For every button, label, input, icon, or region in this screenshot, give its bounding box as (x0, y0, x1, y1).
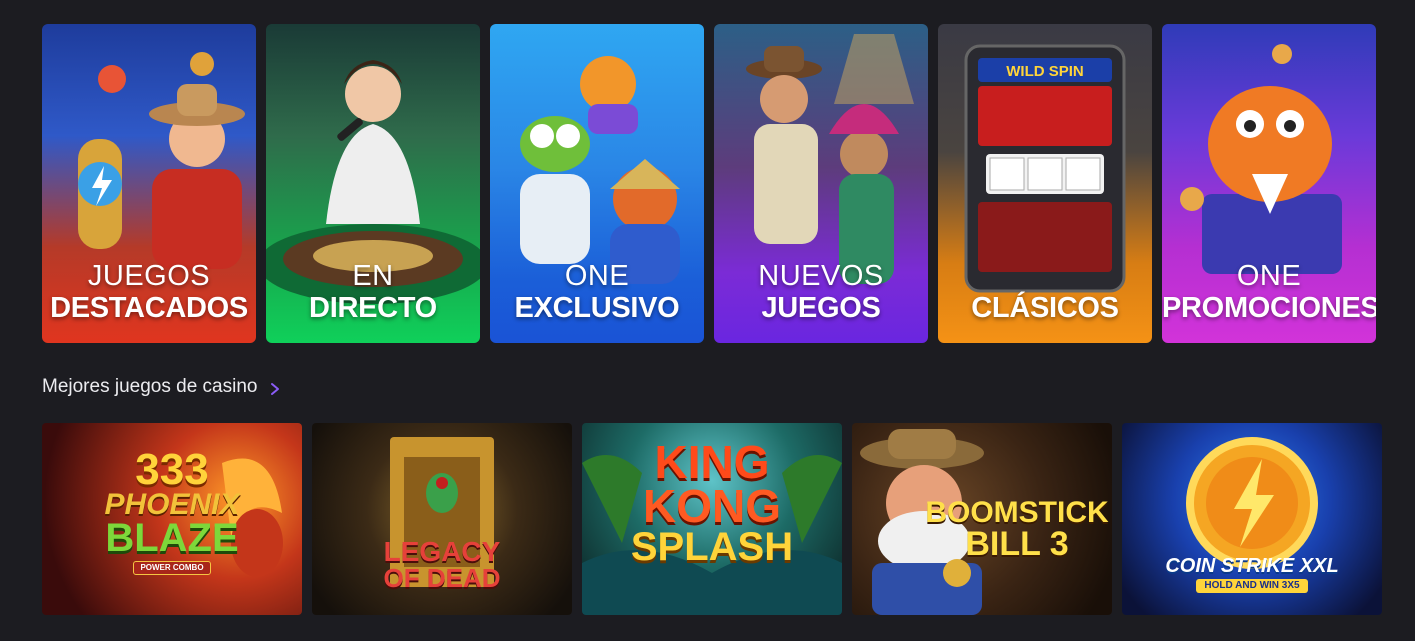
category-caption: JUEGOS DESTACADOS (42, 262, 256, 323)
chevron-right-icon[interactable] (269, 382, 281, 396)
game-row: 333 PHOENIX BLAZE POWER COMBO LEGACY OF … (42, 423, 1382, 615)
category-caption-line2: CLÁSICOS (971, 292, 1119, 324)
category-caption-line2: PROMOCIONES (1162, 292, 1376, 324)
category-tile-one-promociones[interactable]: ONE PROMOCIONES (1162, 24, 1376, 343)
game-logo-bottom: SPLASH (630, 525, 794, 570)
game-logo: KING KONG SPLASH (582, 436, 842, 570)
category-caption-line2: JUEGOS (761, 292, 881, 324)
category-row: JUEGOS DESTACADOS EN DIRECTO ONE EXCLUSI… (42, 24, 1376, 343)
game-logo-bottom: BLAZE (105, 516, 239, 561)
game-tile-boomstick-bill-3[interactable]: BOOMSTICK BILL 3 (852, 423, 1112, 615)
category-caption-line1: ONE (564, 260, 630, 292)
category-caption: ONE EXCLUSIVO (490, 262, 704, 323)
category-caption: EN DIRECTO (266, 262, 480, 323)
game-tile-legacy-of-dead[interactable]: LEGACY OF DEAD (312, 423, 572, 615)
game-logo: 333 PHOENIX BLAZE POWER COMBO (42, 445, 302, 575)
game-logo-bottom: BILL 3 (965, 524, 1069, 563)
game-logo-top: COIN STRIKE XXL (1165, 555, 1339, 577)
game-tile-king-kong-splash[interactable]: KING KONG SPLASH (582, 423, 842, 615)
category-caption-line1: NUEVOS (758, 260, 884, 292)
category-tile-nuevos-juegos[interactable]: NUEVOS JUEGOS (714, 24, 928, 343)
game-logo-mid: KONG (643, 479, 781, 532)
category-caption-line2: DESTACADOS (50, 292, 248, 324)
game-logo: LEGACY OF DEAD (312, 536, 572, 593)
category-tile-one-exclusivo[interactable]: ONE EXCLUSIVO (490, 24, 704, 343)
game-logo: COIN STRIKE XXL HOLD AND WIN 3X5 (1122, 555, 1382, 593)
game-logo-bottom: HOLD AND WIN 3X5 (1196, 579, 1308, 593)
category-caption-line1: ONE (1236, 260, 1302, 292)
category-caption-line2: DIRECTO (309, 292, 437, 324)
game-logo-mid: PHOENIX (104, 487, 240, 521)
game-logo-top: 333 (135, 445, 209, 494)
game-logo-top: BOOMSTICK (925, 496, 1109, 529)
category-caption: CLÁSICOS (938, 291, 1152, 323)
category-tile-clasicos[interactable]: WILD SPIN CLÁSICOS (938, 24, 1152, 343)
game-logo-top: KING (654, 436, 770, 488)
game-tile-coin-strike-xxl[interactable]: COIN STRIKE XXL HOLD AND WIN 3X5 (1122, 423, 1382, 615)
svg-text:WILD SPIN: WILD SPIN (1006, 63, 1084, 80)
game-logo-top: LEGACY (383, 536, 501, 567)
category-caption-line2: EXCLUSIVO (514, 292, 680, 324)
category-tile-juegos-destacados[interactable]: JUEGOS DESTACADOS (42, 24, 256, 343)
game-logo: BOOMSTICK BILL 3 (922, 496, 1112, 563)
section-title: Mejores juegos de casino (42, 376, 258, 397)
category-caption-line1: JUEGOS (87, 260, 211, 292)
game-logo-bottom: OF DEAD (383, 562, 501, 593)
category-caption-line1: EN (352, 260, 394, 292)
category-caption: ONE PROMOCIONES (1162, 262, 1376, 323)
game-tile-333-phoenix-blaze[interactable]: 333 PHOENIX BLAZE POWER COMBO (42, 423, 302, 615)
game-logo-badge: POWER COMBO (133, 561, 211, 575)
category-caption: NUEVOS JUEGOS (714, 262, 928, 323)
section-header-mejores-juegos[interactable]: Mejores juegos de casino (42, 376, 281, 398)
category-tile-en-directo[interactable]: EN DIRECTO (266, 24, 480, 343)
